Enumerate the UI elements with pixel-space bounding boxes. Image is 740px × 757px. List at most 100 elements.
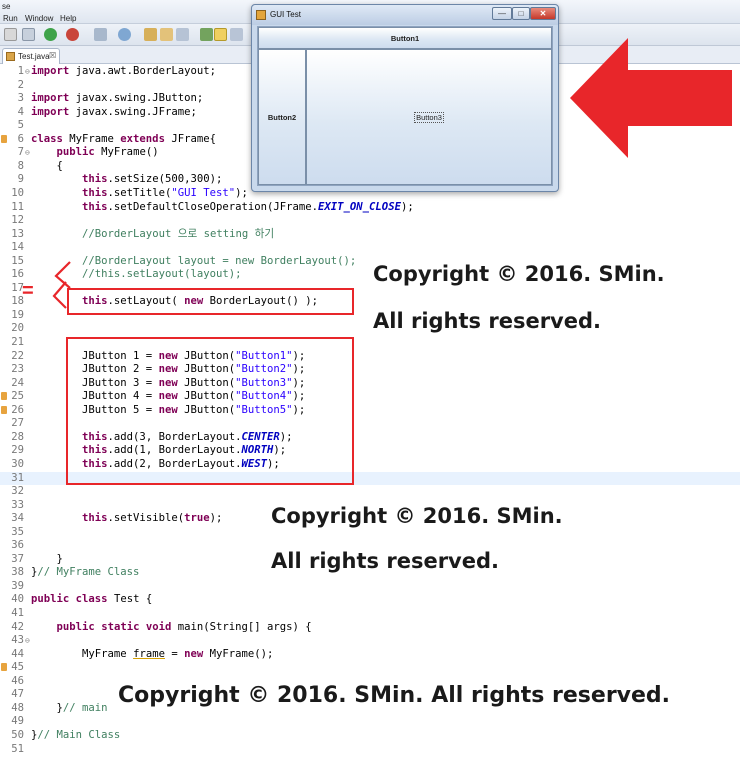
- tools-icon[interactable]: [4, 28, 17, 41]
- code-text: {: [31, 159, 63, 172]
- java-file-icon: [6, 52, 15, 61]
- code-text: }// main: [31, 701, 108, 714]
- menu-item-run[interactable]: Run: [3, 14, 18, 23]
- line-number: 38: [11, 566, 24, 579]
- line-number: 22: [11, 349, 24, 362]
- code-line[interactable]: 13 //BorderLayout 으로 setting 하기: [0, 228, 740, 241]
- tab-test-java[interactable]: Test.java ☒: [2, 48, 60, 64]
- code-text: this.setVisible(true);: [82, 512, 223, 525]
- line-number: 19: [11, 308, 24, 321]
- line-number: 50: [11, 728, 24, 741]
- debug-icon[interactable]: [22, 28, 35, 41]
- code-text: public MyFrame(): [56, 146, 159, 159]
- window-titlebar[interactable]: GUI Test — □ ✕: [252, 5, 558, 25]
- warning-marker-icon[interactable]: [1, 392, 7, 401]
- code-line[interactable]: 44 MyFrame frame = new MyFrame();: [0, 648, 740, 661]
- line-number: 16: [11, 268, 24, 281]
- line-number: 18: [11, 295, 24, 308]
- annotation-icon[interactable]: [200, 28, 213, 41]
- code-text: MyFrame frame = new MyFrame();: [31, 647, 274, 660]
- line-number: 23: [11, 363, 24, 376]
- button3-center[interactable]: Button3: [306, 49, 552, 185]
- button1-north[interactable]: Button1: [258, 27, 552, 49]
- line-number: 24: [11, 376, 24, 389]
- equals-annotation: =: [22, 280, 34, 302]
- open-folder-icon[interactable]: [160, 28, 173, 41]
- line-number: 30: [11, 457, 24, 470]
- window-content: Button1 Button2 Button3: [257, 26, 553, 186]
- line-number: 46: [11, 674, 24, 687]
- warning-marker-icon[interactable]: [1, 663, 7, 672]
- line-number: 32: [11, 485, 24, 498]
- code-line[interactable]: 42 public static void main(String[] args…: [0, 621, 740, 634]
- line-number: 2: [17, 78, 24, 91]
- maximize-button[interactable]: □: [512, 7, 530, 20]
- gui-test-window[interactable]: GUI Test — □ ✕ Button1 Button2 Button3: [251, 4, 559, 192]
- code-text: class MyFrame extends JFrame{: [31, 132, 216, 145]
- line-number: 14: [11, 241, 24, 254]
- line-number: 31: [11, 471, 24, 484]
- line-number: 3: [17, 92, 24, 105]
- open-type-icon[interactable]: [144, 28, 157, 41]
- line-number: 29: [11, 444, 24, 457]
- code-line[interactable]: 51: [0, 743, 740, 756]
- watermark-copyright-2: Copyright © 2016. SMin.: [271, 504, 563, 528]
- warning-marker-icon[interactable]: [1, 405, 7, 414]
- code-line[interactable]: 50 }// Main Class: [0, 729, 740, 742]
- line-number: 47: [11, 688, 24, 701]
- tab-label: Test.java: [18, 52, 50, 61]
- code-line[interactable]: 12: [0, 214, 740, 227]
- code-line[interactable]: 11 this.setDefaultCloseOperation(JFrame.…: [0, 201, 740, 214]
- line-number: 45: [11, 661, 24, 674]
- line-number: 37: [11, 552, 24, 565]
- code-line[interactable]: 41: [0, 607, 740, 620]
- line-number: 10: [11, 186, 24, 199]
- menu-item-window[interactable]: Window: [25, 14, 53, 23]
- minimize-button[interactable]: —: [492, 7, 512, 20]
- fold-icon[interactable]: ⊖: [25, 146, 30, 159]
- menu-item-help[interactable]: Help: [60, 14, 76, 23]
- navigate-icon[interactable]: [230, 28, 243, 41]
- external-tools-icon[interactable]: [66, 28, 79, 41]
- line-number: 25: [11, 390, 24, 403]
- code-text: //BorderLayout 으로 setting 하기: [82, 227, 275, 240]
- new-icon[interactable]: [94, 28, 107, 41]
- close-button[interactable]: ✕: [530, 7, 556, 20]
- button2-west[interactable]: Button2: [258, 49, 306, 185]
- fold-icon[interactable]: ⊖: [25, 65, 30, 78]
- line-number: 44: [11, 647, 24, 660]
- code-text: import javax.swing.JFrame;: [31, 105, 197, 118]
- line-number: 27: [11, 417, 24, 430]
- code-line[interactable]: 14: [0, 241, 740, 254]
- menu-item-se[interactable]: se: [2, 2, 10, 11]
- code-line[interactable]: 49: [0, 715, 740, 728]
- window-title: GUI Test: [270, 10, 301, 19]
- code-line[interactable]: 32: [0, 485, 740, 498]
- code-line[interactable]: 40 public class Test {: [0, 593, 740, 606]
- fold-icon[interactable]: ⊖: [25, 634, 30, 647]
- code-text: public static void main(String[] args) {: [56, 620, 312, 633]
- line-number: 5: [17, 119, 24, 132]
- bracket-annotation: [52, 261, 71, 309]
- run-icon[interactable]: [44, 28, 57, 41]
- code-text: }// Main Class: [31, 728, 121, 741]
- code-line[interactable]: 45: [0, 661, 740, 674]
- warning-marker-icon[interactable]: [1, 134, 7, 143]
- line-number: 1: [17, 65, 24, 77]
- new-class-icon[interactable]: [118, 28, 131, 41]
- line-number: 26: [11, 403, 24, 416]
- line-number: 49: [11, 715, 24, 728]
- line-number: 34: [11, 512, 24, 525]
- red-arrow-icon: [570, 38, 732, 158]
- code-line[interactable]: 39: [0, 580, 740, 593]
- close-icon[interactable]: ☒: [49, 51, 56, 60]
- line-number: 15: [11, 254, 24, 267]
- search-icon[interactable]: [176, 28, 189, 41]
- line-number: 13: [11, 227, 24, 240]
- line-number: 51: [11, 742, 24, 755]
- code-line[interactable]: 20: [0, 322, 740, 335]
- line-number: 12: [11, 214, 24, 227]
- code-line[interactable]: 43 ⊖: [0, 634, 740, 647]
- line-number: 11: [11, 200, 24, 213]
- highlight-icon[interactable]: [214, 28, 227, 41]
